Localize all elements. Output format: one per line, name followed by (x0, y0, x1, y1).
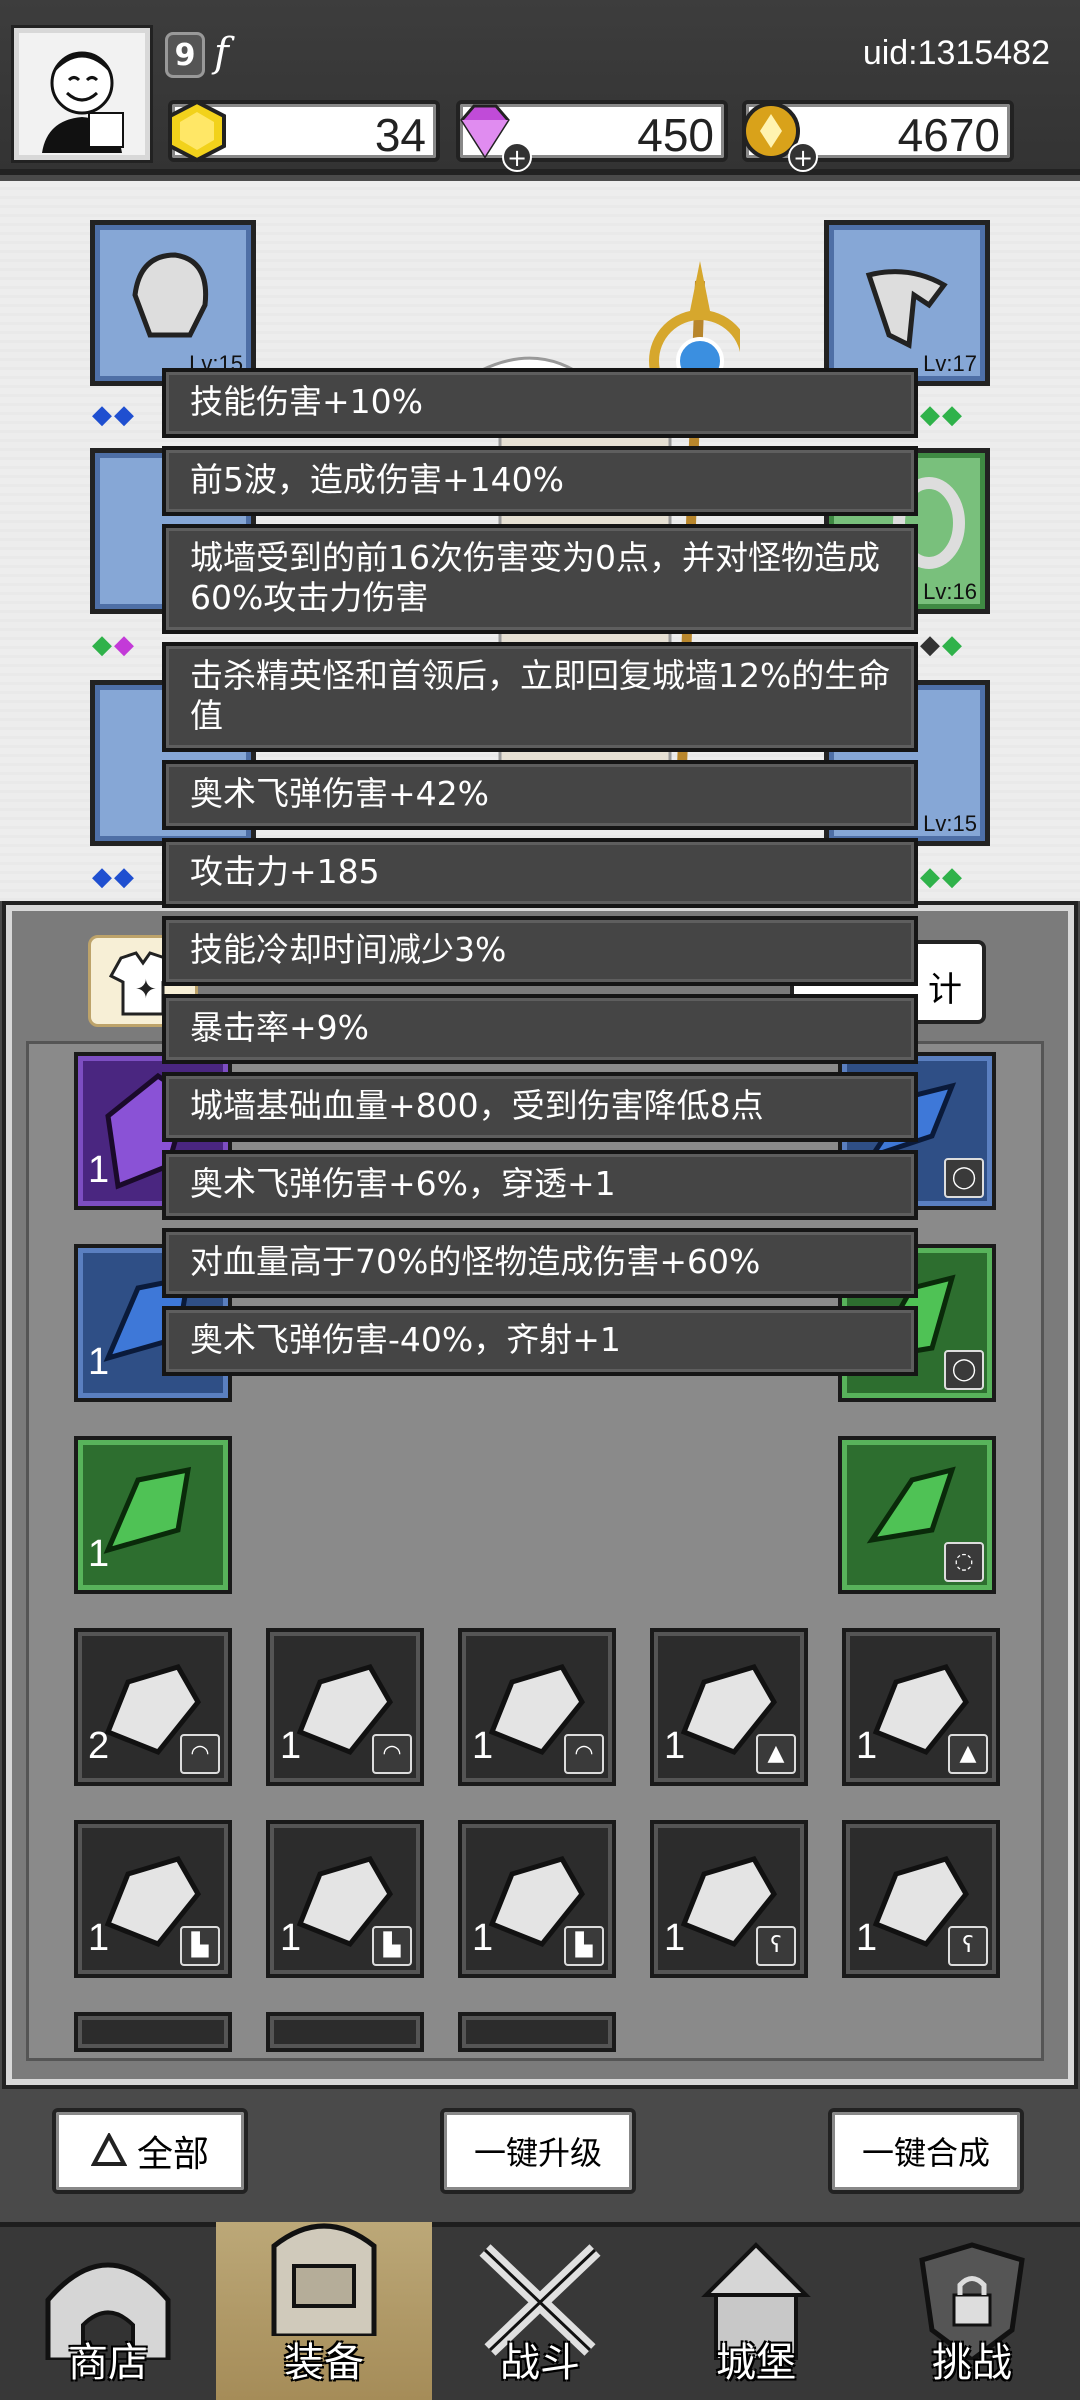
tooltip-line: 技能伤害+10% (162, 368, 918, 438)
equip-level: Lv:17 (923, 351, 977, 376)
gem-sockets: ◆◆ (92, 630, 136, 660)
item-count: 1 (856, 1725, 878, 1767)
gem-sockets: ◆◆ (920, 400, 964, 430)
nav-castle[interactable]: 城堡 (648, 2222, 864, 2400)
equip-level: Lv:15 (923, 811, 977, 836)
nav-challenge[interactable]: 挑战 (864, 2222, 1080, 2400)
filter-all-button[interactable]: 全部 (52, 2108, 248, 2194)
coin-counter[interactable]: + 4670 (742, 100, 1014, 172)
necklace-type-icon: ʕ (756, 1926, 796, 1966)
inventory-item[interactable]: 2 ◠ (74, 1628, 232, 1786)
inventory-item[interactable]: 1 ▙ (458, 1820, 616, 1978)
upgrade-all-button[interactable]: 一键升级 (440, 2108, 636, 2194)
coin-value: 4670 (897, 109, 1000, 161)
tooltip-line: 对血量高于70%的怪物造成伤害+60% (162, 1228, 918, 1298)
armor-type-icon: ▲ (756, 1734, 796, 1774)
uid-label: uid:1315482 (862, 34, 1050, 72)
add-diamond-icon[interactable]: + (502, 142, 532, 172)
boots-type-icon: ▙ (564, 1926, 604, 1966)
svg-text:✦: ✦ (135, 975, 157, 1005)
nav-equipment[interactable]: 装备 (216, 2222, 432, 2400)
nav-castle-label: 城堡 (716, 2340, 796, 2386)
boots-type-icon: ▙ (180, 1926, 220, 1966)
inventory-item[interactable]: 1 ▙ (266, 1820, 424, 1978)
player-level: 9 (174, 37, 196, 73)
tooltip-line: 攻击力+185 (162, 838, 918, 908)
equip-slot-helmet[interactable]: Lv:15 (90, 220, 256, 386)
helmet-type-icon: ◠ (564, 1734, 604, 1774)
equip-level: Lv:16 (923, 579, 977, 604)
nav-equipment-label: 装备 (284, 2340, 364, 2386)
ring-type-icon: ◯ (944, 1158, 984, 1198)
inventory-item[interactable]: 1 ʕ (842, 1820, 1000, 1978)
set-bonus-tooltip: 技能伤害+10% 前5波，造成伤害+140% 城墙受到的前16次伤害变为0点，并… (162, 368, 918, 1384)
inventory-item[interactable]: 1 (74, 1436, 232, 1594)
inventory-item[interactable]: ◌ (838, 1436, 996, 1594)
item-count: 1 (472, 1725, 494, 1767)
inventory-item[interactable]: 1 ʕ (650, 1820, 808, 1978)
add-coin-icon[interactable]: + (788, 142, 818, 172)
inventory-item[interactable]: 1 ▲ (650, 1628, 808, 1786)
gold-gem-value: 34 (374, 109, 426, 161)
inventory-item[interactable]: 1 ▙ (74, 1820, 232, 1978)
tooltip-line: 暴击率+9% (162, 994, 918, 1064)
tooltip-line: 奥术飞弹伤害-40%，齐射+1 (162, 1306, 918, 1376)
item-count: 1 (472, 1917, 494, 1959)
equip-slot-necklace[interactable]: Lv:17 (824, 220, 990, 386)
inventory-item[interactable]: 1 ▲ (842, 1628, 1000, 1786)
tooltip-line: 前5波，造成伤害+140% (162, 446, 918, 516)
nav-shop-label: 商店 (68, 2340, 148, 2386)
ring-type-icon: ◯ (944, 1350, 984, 1390)
player-avatar[interactable] (11, 25, 153, 163)
item-count: 1 (88, 1917, 110, 1959)
filter-all-label: 全部 (136, 2134, 209, 2175)
gem-sockets: ◆◆ (92, 400, 136, 430)
item-count: 1 (664, 1725, 686, 1767)
gold-gem-counter[interactable]: 34 (168, 99, 440, 163)
item-count: 1 (280, 1917, 302, 1959)
nav-battle[interactable]: 战斗 (432, 2222, 648, 2400)
tooltip-line: 技能冷却时间减少3% (162, 916, 918, 986)
inventory-item[interactable] (458, 2012, 616, 2052)
item-count: 1 (88, 1533, 110, 1575)
necklace-type-icon: ʕ (948, 1926, 988, 1966)
helmet-type-icon: ◠ (180, 1734, 220, 1774)
avatar-face-icon (42, 51, 124, 153)
item-count: 1 (664, 1917, 686, 1959)
tooltip-line: 奥术飞弹伤害+42% (162, 760, 918, 830)
inventory-item[interactable]: 1 ◠ (266, 1628, 424, 1786)
diamond-counter[interactable]: + 450 (456, 100, 728, 172)
necklace-type-icon: ◌ (944, 1542, 984, 1582)
gem-sockets: ◆◆ (92, 862, 136, 892)
gold-gem-icon (168, 99, 226, 163)
gem-sockets: ◆◆ (920, 862, 964, 892)
nav-challenge-label: 挑战 (932, 2340, 1012, 2386)
triangle-filter-icon (90, 2133, 127, 2166)
tooltip-line: 城墙受到的前16次伤害变为0点，并对怪物造成60%攻击力伤害 (162, 524, 918, 634)
item-count: 2 (88, 1725, 110, 1767)
boots-type-icon: ▙ (372, 1926, 412, 1966)
tooltip-line: 奥术飞弹伤害+6%，穿透+1 (162, 1150, 918, 1220)
diamond-value: 450 (637, 109, 714, 161)
item-count: 1 (88, 1149, 110, 1191)
item-count: 1 (88, 1341, 110, 1383)
inventory-item[interactable] (74, 2012, 232, 2052)
tooltip-line: 击杀精英怪和首领后，立即回复城墙12%的生命值 (162, 642, 918, 752)
armor-type-icon: ▲ (948, 1734, 988, 1774)
item-count: 1 (856, 1917, 878, 1959)
item-count: 1 (280, 1725, 302, 1767)
gem-sockets: ◆◆ (920, 630, 964, 660)
tooltip-line: 城墙基础血量+800，受到伤害降低8点 (162, 1072, 918, 1142)
player-name: f (214, 30, 229, 76)
player-level-badge: 9 (165, 32, 205, 78)
inventory-item[interactable] (266, 2012, 424, 2052)
merge-all-button[interactable]: 一键合成 (828, 2108, 1024, 2194)
backpack-icon (271, 2223, 377, 2336)
inventory-item[interactable]: 1 ◠ (458, 1628, 616, 1786)
nav-battle-label: 战斗 (500, 2340, 580, 2386)
helmet-type-icon: ◠ (372, 1734, 412, 1774)
nav-shop[interactable]: 商店 (0, 2222, 216, 2400)
